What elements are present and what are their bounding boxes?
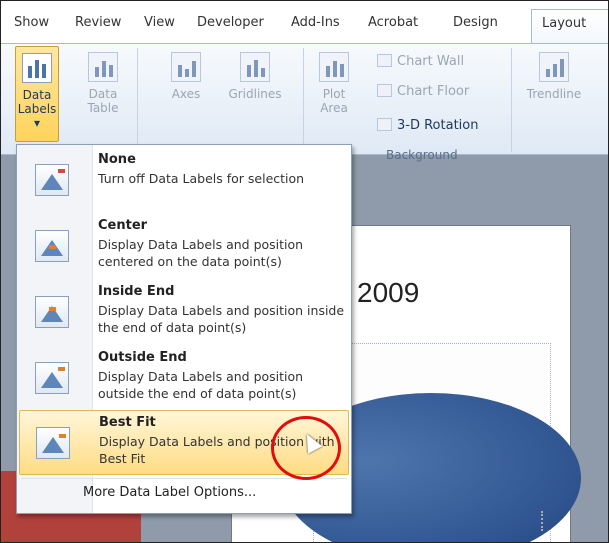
menu-item-description: Turn off Data Labels for selection — [98, 171, 305, 186]
ribbon-tab-strip: Show Review View Developer Add-Ins Acrob… — [1, 9, 608, 44]
plot-area-button[interactable]: Plot Area — [311, 52, 357, 138]
chart-floor-icon — [377, 84, 392, 97]
menu-item-center[interactable]: Center Display Data Labels and position … — [19, 214, 349, 279]
data-labels-inside-end-icon — [35, 296, 69, 328]
gridlines-label: Gridlines — [228, 87, 282, 101]
menu-item-title: Outside End — [98, 350, 187, 365]
axes-button[interactable]: Axes — [161, 52, 211, 138]
menu-item-description: Display Data Labels and position centere… — [98, 237, 304, 269]
menu-item-inside-end[interactable]: Inside End Display Data Labels and posit… — [19, 280, 349, 345]
menu-item-title: Inside End — [98, 284, 175, 299]
data-table-label-line1: Data — [88, 87, 118, 101]
tab-add-ins[interactable]: Add-Ins — [291, 15, 340, 30]
trendline-button[interactable]: Trendline — [519, 52, 589, 138]
more-data-label-options[interactable]: More Data Label Options... — [83, 485, 256, 500]
trendline-icon — [539, 52, 569, 82]
plot-area-label-line1: Plot — [322, 87, 346, 101]
data-table-button[interactable]: Data Table — [83, 52, 123, 138]
menu-item-description: Display Data Labels and position outside… — [98, 369, 304, 401]
chart-floor-button[interactable]: Chart Floor — [377, 84, 469, 99]
menu-item-outside-end[interactable]: Outside End Display Data Labels and posi… — [19, 346, 349, 411]
screenshot-frame: 2009 Show Review View Developer Add-Ins … — [0, 0, 609, 543]
plot-area-label-line2: Area — [320, 101, 348, 115]
tab-show[interactable]: Show — [14, 15, 49, 30]
data-table-icon — [88, 52, 118, 82]
data-labels-center-icon — [35, 230, 69, 262]
tab-design[interactable]: Design — [453, 15, 498, 30]
background-group-label: Background — [386, 148, 458, 162]
data-labels-outside-end-icon — [35, 362, 69, 394]
rotation-icon — [377, 118, 392, 131]
gridlines-icon — [240, 52, 270, 82]
ribbon-separator — [511, 48, 512, 152]
data-labels-best-fit-icon — [36, 427, 70, 459]
data-labels-button[interactable]: Data Labels ▾ — [15, 46, 59, 142]
resize-handle[interactable] — [541, 511, 545, 531]
tab-developer[interactable]: Developer — [197, 15, 264, 30]
data-labels-icon — [22, 53, 52, 83]
chart-floor-label: Chart Floor — [397, 84, 470, 99]
rotation-button[interactable]: 3-D Rotation — [377, 118, 478, 133]
rotation-label: 3-D Rotation — [397, 118, 479, 133]
tab-view[interactable]: View — [144, 15, 175, 30]
menu-item-none[interactable]: None Turn off Data Labels for selection — [19, 148, 349, 213]
menu-item-title: Center — [98, 218, 148, 233]
ribbon-separator — [303, 48, 304, 152]
tab-acrobat[interactable]: Acrobat — [368, 15, 418, 30]
data-labels-none-icon — [35, 164, 69, 196]
chart-wall-label: Chart Wall — [397, 54, 465, 69]
data-labels-label: Data Labels — [17, 88, 57, 116]
chart-wall-icon — [377, 54, 392, 67]
gridlines-button[interactable]: Gridlines — [219, 52, 291, 138]
axes-icon — [171, 52, 201, 82]
trendline-label: Trendline — [526, 87, 582, 101]
chart-wall-button[interactable]: Chart Wall — [377, 54, 464, 69]
menu-item-title: None — [98, 152, 136, 167]
tab-layout[interactable]: Layout — [531, 9, 608, 44]
ribbon: Data Labels ▾ Data Table Axes Gridlines … — [1, 43, 608, 162]
menu-item-description: Display Data Labels and position inside … — [98, 303, 345, 335]
chart-title[interactable]: 2009 — [357, 277, 419, 309]
tab-review[interactable]: Review — [75, 15, 121, 30]
plot-area-icon — [319, 52, 349, 82]
axes-label: Axes — [171, 87, 201, 101]
data-table-label-line2: Table — [87, 101, 119, 115]
chevron-down-icon: ▾ — [33, 116, 41, 130]
ribbon-separator — [137, 48, 138, 152]
menu-item-title: Best Fit — [99, 415, 156, 430]
